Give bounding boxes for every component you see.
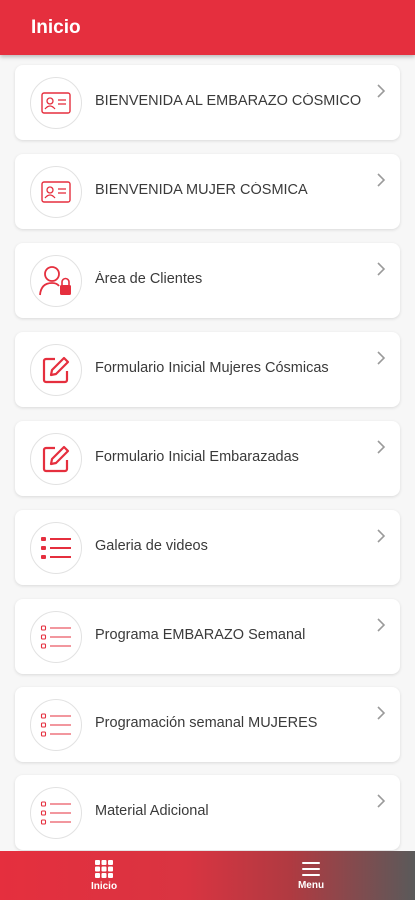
menu-item-programa-embarazo[interactable]: Programa EMBARAZO Semanal [15,599,400,674]
grid-icon [95,859,113,878]
chevron-right-icon [377,173,386,187]
list-icon [30,522,82,574]
chevron-right-icon [377,351,386,365]
menu-item-label: Formulario Inicial Embarazadas [95,449,299,465]
menu-item-label: Programa EMBARAZO Semanal [95,627,306,643]
id-card-icon [30,77,82,129]
menu-item-bienvenida-mujer[interactable]: BIENVENIDA MUJER CÓSMICA [15,154,400,229]
chevron-right-icon [377,262,386,276]
edit-icon [30,433,82,485]
user-lock-icon [30,255,82,307]
nav-menu-label: Menu [297,879,325,891]
chevron-right-icon [377,706,386,720]
chevron-right-icon [377,618,386,632]
menu-item-area-clientes[interactable]: Área de Clientes [15,243,400,318]
nav-home-button[interactable]: Inicio [64,851,144,900]
edit-icon [30,344,82,396]
chevron-right-icon [377,440,386,454]
app-header: Inicio [0,0,415,55]
list-outline-icon [30,787,82,839]
menu-item-label: Material Adicional [95,803,209,819]
nav-home-label: Inicio [90,880,118,892]
chevron-right-icon [377,529,386,543]
menu-item-galeria-videos[interactable]: Galeria de videos [15,510,400,585]
chevron-right-icon [377,794,386,808]
menu-item-label: Formulario Inicial Mujeres Cósmicas [95,360,329,376]
hamburger-menu-icon [302,861,320,876]
menu-item-bienvenida-embarazo[interactable]: BIENVENIDA AL EMBARAZO CÓSMICO [15,65,400,140]
menu-item-formulario-mujeres[interactable]: Formulario Inicial Mujeres Cósmicas [15,332,400,407]
list-outline-icon [30,611,82,663]
id-card-icon [30,166,82,218]
page-title: Inicio [31,17,81,38]
menu-list: BIENVENIDA AL EMBARAZO CÓSMICO BIENVENID… [0,55,415,851]
menu-item-label: Galeria de videos [95,538,208,554]
nav-menu-button[interactable]: Menu [271,851,351,900]
menu-item-label: BIENVENIDA AL EMBARAZO CÓSMICO [95,93,362,109]
bottom-navigation: Inicio Menu [0,851,415,900]
menu-item-label: Área de Clientes [95,271,203,287]
menu-item-material-adicional[interactable]: Material Adicional [15,775,400,850]
menu-item-programacion-mujeres[interactable]: Programación semanal MUJERES [15,687,400,762]
list-outline-icon [30,699,82,751]
menu-item-label: Programación semanal MUJERES [95,715,318,731]
menu-item-formulario-embarazadas[interactable]: Formulario Inicial Embarazadas [15,421,400,496]
chevron-right-icon [377,84,386,98]
menu-item-label: BIENVENIDA MUJER CÓSMICA [95,182,308,198]
